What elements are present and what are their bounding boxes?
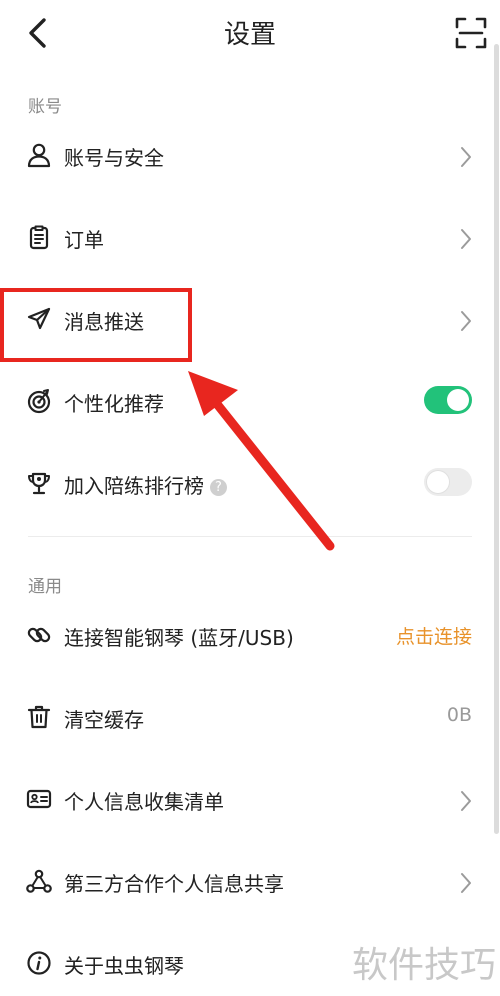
chevron-right-icon [458, 789, 474, 813]
scan-button[interactable] [454, 16, 488, 50]
settings-item-account-security[interactable]: 账号与安全 [0, 128, 492, 184]
cache-size-value: 0B [446, 704, 472, 726]
chevron-right-icon [458, 145, 474, 169]
settings-item-label: 连接智能钢琴 (蓝牙/USB) [64, 626, 294, 650]
section-title-general: 通用 [28, 577, 62, 597]
page-title: 设置 [223, 20, 276, 50]
settings-item-label: 关于虫虫钢琴 [64, 954, 184, 978]
settings-item-connect-piano[interactable]: 连接智能钢琴 (蓝牙/USB) 点击连接 [0, 608, 492, 664]
section-divider [28, 536, 472, 537]
toggle-knob [427, 471, 449, 493]
chevron-right-icon [458, 309, 474, 333]
settings-item-label: 订单 [64, 228, 104, 252]
settings-item-orders[interactable]: 订单 [0, 210, 492, 266]
settings-item-label: 个人信息收集清单 [64, 790, 224, 814]
practice-leaderboard-toggle[interactable] [424, 468, 472, 496]
settings-item-clear-cache[interactable]: 清空缓存 0B [0, 690, 492, 746]
id-card-icon [26, 786, 52, 812]
settings-item-label: 加入陪练排行榜? [64, 470, 227, 499]
settings-item-third-party-sharing[interactable]: 第三方合作个人信息共享 [0, 854, 492, 910]
settings-item-personalized-recommend[interactable]: 个性化推荐 [0, 374, 492, 430]
annotation-highlight-box [0, 288, 192, 362]
chevron-right-icon [458, 227, 474, 251]
header: 设置 [0, 0, 500, 70]
toggle-knob [447, 389, 469, 411]
help-icon[interactable]: ? [210, 479, 227, 496]
personalized-recommend-toggle[interactable] [424, 386, 472, 414]
scan-icon [455, 17, 487, 49]
settings-item-label: 个性化推荐 [64, 392, 164, 416]
settings-item-label: 第三方合作个人信息共享 [64, 872, 284, 896]
scrollbar[interactable] [494, 44, 499, 834]
settings-item-label: 清空缓存 [64, 708, 144, 732]
watermark-text: 软件技巧 [352, 945, 497, 986]
share-icon [26, 868, 52, 894]
settings-item-personal-info-list[interactable]: 个人信息收集清单 [0, 772, 492, 828]
connect-link[interactable]: 点击连接 [396, 622, 472, 649]
user-icon [26, 142, 52, 168]
settings-item-label-text: 加入陪练排行榜 [64, 474, 204, 498]
settings-item-label: 账号与安全 [64, 146, 164, 170]
info-icon [26, 950, 52, 976]
trophy-icon [26, 470, 52, 496]
chevron-right-icon [458, 871, 474, 895]
target-icon [26, 388, 52, 414]
settings-item-practice-leaderboard[interactable]: 加入陪练排行榜? [0, 456, 492, 512]
link-icon [26, 622, 52, 648]
trash-icon [26, 704, 52, 730]
clipboard-icon [26, 224, 52, 250]
section-title-account: 账号 [28, 97, 62, 117]
